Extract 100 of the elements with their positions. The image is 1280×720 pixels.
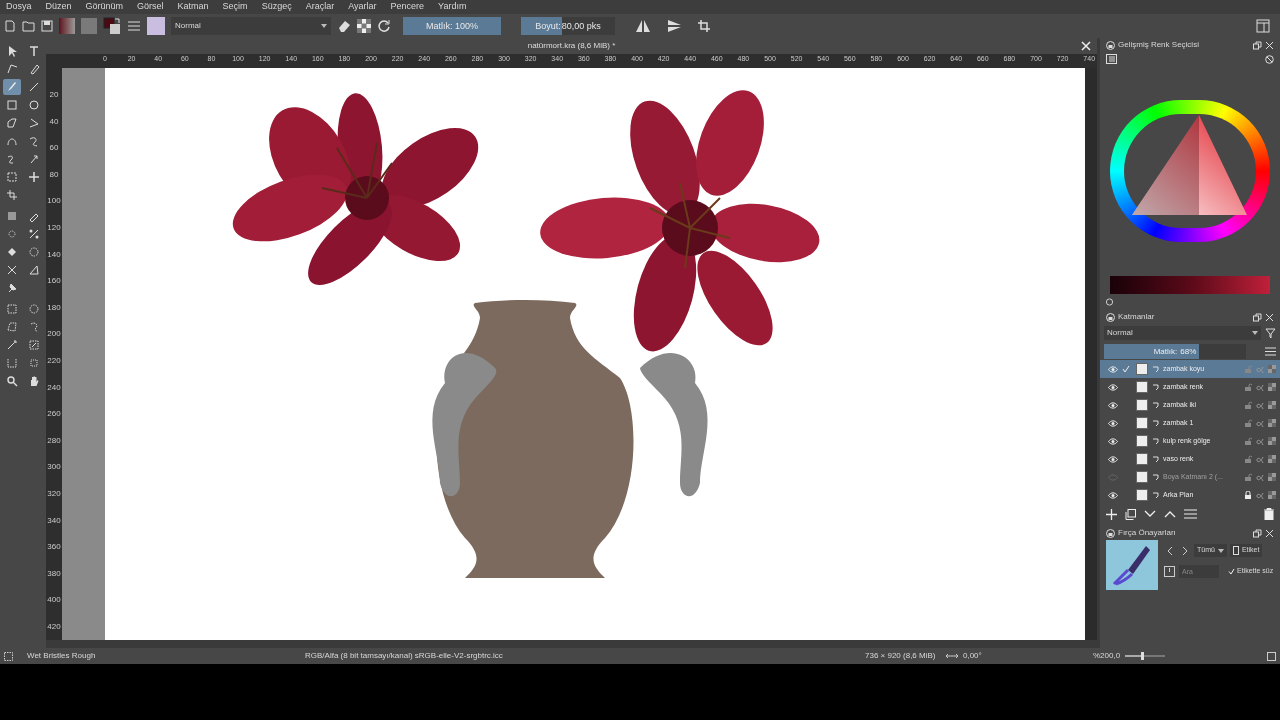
- brush-icon[interactable]: [3, 78, 21, 95]
- eye-icon[interactable]: [1108, 419, 1118, 427]
- ruler-label: 20: [48, 90, 60, 99]
- brush-preset-swatch[interactable]: [147, 17, 165, 35]
- checker-icon[interactable]: [1268, 365, 1276, 373]
- alpha-icon[interactable]: [1256, 455, 1264, 463]
- duplicate-icon[interactable]: [1125, 508, 1136, 520]
- reload-icon[interactable]: [377, 19, 391, 33]
- menu-item[interactable]: Yardım: [438, 0, 467, 14]
- lock-icon[interactable]: [1106, 40, 1115, 50]
- color-triangle[interactable]: [1132, 114, 1248, 216]
- float-icon[interactable]: [1253, 40, 1262, 50]
- size-slider[interactable]: Boyut:80,00 pks: [521, 17, 615, 35]
- mirror-horizontal-icon[interactable]: [635, 19, 651, 33]
- close-icon[interactable]: [1081, 41, 1091, 51]
- unlocked-icon[interactable]: [1244, 437, 1252, 445]
- filter-icon[interactable]: [1265, 327, 1276, 339]
- ruler-label: 140: [46, 249, 62, 259]
- rotate-arrows-icon[interactable]: [945, 652, 959, 660]
- ruler-label: 180: [46, 302, 62, 312]
- settings-list-icon[interactable]: [1106, 54, 1117, 64]
- panel-icon[interactable]: [1267, 651, 1276, 661]
- menu-item[interactable]: Süzgeç: [261, 0, 292, 14]
- brush-preset-thumbnail[interactable]: [1106, 540, 1158, 590]
- menu-item[interactable]: Seçim: [222, 0, 248, 14]
- unlocked-icon[interactable]: [1244, 383, 1252, 391]
- alpha-icon[interactable]: [1256, 437, 1264, 445]
- folder-icon[interactable]: [22, 20, 35, 32]
- menu-item[interactable]: Görünüm: [85, 0, 124, 14]
- checker-icon[interactable]: [357, 19, 371, 33]
- eye-icon[interactable]: [1108, 455, 1118, 463]
- crop-icon[interactable]: [697, 19, 711, 33]
- document-title: natürmort.kra (8,6 MiB) *: [527, 40, 616, 52]
- menu-item[interactable]: Araçlar: [305, 0, 335, 14]
- blend-mode-value: Normal: [1107, 327, 1133, 339]
- eye-icon[interactable]: [1108, 383, 1118, 391]
- blend-mode-dropdown[interactable]: Normal: [1104, 326, 1261, 340]
- paint-layer-icon: [1152, 365, 1159, 373]
- checker-icon[interactable]: [1268, 455, 1276, 463]
- save-icon[interactable]: [41, 20, 53, 32]
- blend-mode-dropdown[interactable]: Normal: [171, 17, 331, 35]
- menu-item[interactable]: Ayarlar: [348, 0, 377, 14]
- refresh-icon[interactable]: [1105, 298, 1114, 306]
- menu-item[interactable]: Pencere: [390, 0, 425, 14]
- chevron-down-icon[interactable]: [1144, 510, 1156, 518]
- close-icon[interactable]: [1265, 40, 1274, 50]
- trash-icon[interactable]: [1264, 508, 1274, 520]
- ruler-label: 340: [46, 515, 62, 525]
- checker-icon[interactable]: [1268, 401, 1276, 409]
- lock-icon[interactable]: [1106, 528, 1115, 538]
- checker-icon[interactable]: [1268, 473, 1276, 481]
- menu-item[interactable]: Katman: [177, 0, 209, 14]
- new-document-icon[interactable]: [4, 20, 16, 32]
- close-icon[interactable]: [1265, 312, 1274, 322]
- checker-icon[interactable]: [1268, 491, 1276, 499]
- menu-item[interactable]: Görsel: [137, 0, 164, 14]
- eye-icon[interactable]: [1108, 437, 1118, 445]
- alpha-icon[interactable]: [1256, 473, 1264, 481]
- alpha-icon[interactable]: [1256, 383, 1264, 391]
- lock-icon[interactable]: [1106, 312, 1115, 322]
- panel-layout-icon[interactable]: [1256, 19, 1270, 33]
- color-swap-icon[interactable]: [103, 17, 121, 35]
- alpha-icon[interactable]: [1256, 401, 1264, 409]
- layer-thumbnail: [1136, 471, 1148, 483]
- selection-icon[interactable]: [4, 651, 13, 661]
- menu-item[interactable]: Düzen: [45, 0, 72, 14]
- close-icon[interactable]: [1265, 528, 1274, 538]
- locked-icon[interactable]: [1244, 491, 1252, 499]
- chevron-up-icon[interactable]: [1164, 510, 1176, 518]
- ruler-label: 420: [46, 622, 62, 631]
- alpha-icon[interactable]: [1256, 419, 1264, 427]
- settings-lines-icon[interactable]: [127, 20, 141, 32]
- ruler-label: 100: [46, 196, 62, 206]
- layer-opacity-slider[interactable]: Matlık: 68%: [1104, 343, 1246, 359]
- float-icon[interactable]: [1253, 312, 1262, 322]
- unlocked-icon[interactable]: [1244, 455, 1252, 463]
- alpha-icon[interactable]: [1256, 491, 1264, 499]
- checker-icon[interactable]: [1268, 437, 1276, 445]
- menu-icon[interactable]: [1265, 346, 1276, 356]
- paint-layer-icon: [1152, 419, 1159, 427]
- add-icon[interactable]: [1106, 508, 1117, 520]
- ruler-label: 400: [46, 595, 62, 605]
- color-history-bar[interactable]: [1110, 276, 1270, 294]
- unlocked-icon[interactable]: [1244, 473, 1252, 481]
- pattern-swatch[interactable]: [81, 18, 97, 34]
- unlocked-icon[interactable]: [1244, 401, 1252, 409]
- properties-icon[interactable]: [1184, 509, 1197, 519]
- gradient-swatch[interactable]: [59, 18, 75, 34]
- checker-icon[interactable]: [1268, 383, 1276, 391]
- save-icon[interactable]: [1164, 566, 1175, 577]
- eye-icon[interactable]: [1108, 491, 1118, 499]
- eye-icon[interactable]: [1108, 365, 1118, 373]
- opacity-slider[interactable]: Matlık: 100%: [403, 17, 501, 35]
- eye-icon[interactable]: [1108, 401, 1118, 409]
- checker-icon[interactable]: [1268, 419, 1276, 427]
- menu-item[interactable]: Dosya: [6, 0, 32, 14]
- float-icon[interactable]: [1253, 528, 1262, 538]
- mirror-vertical-icon[interactable]: [667, 19, 683, 33]
- eraser-icon[interactable]: [337, 19, 351, 33]
- unlocked-icon[interactable]: [1244, 419, 1252, 427]
